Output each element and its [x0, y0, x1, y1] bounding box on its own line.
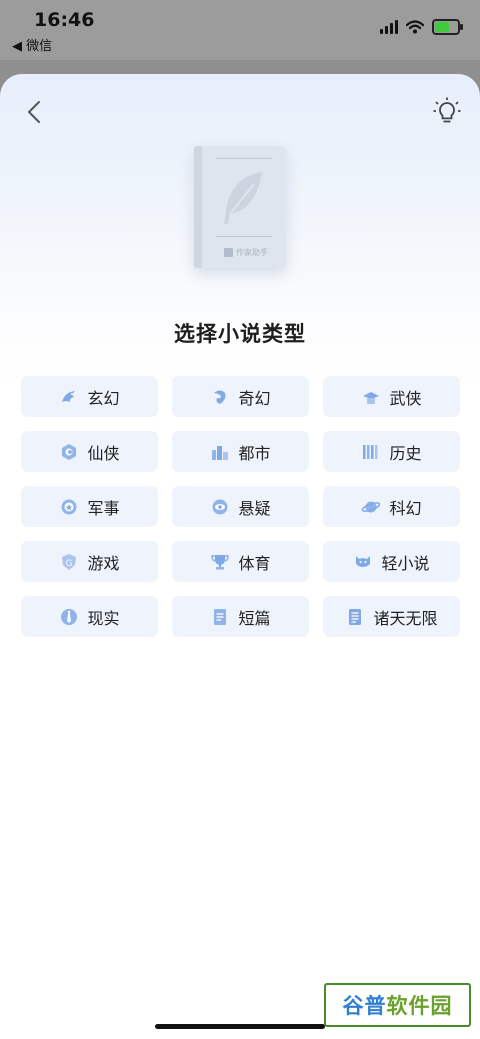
category-qihuan[interactable]: 奇幻 [172, 376, 309, 417]
home-indicator[interactable] [155, 1024, 325, 1029]
svg-text:G: G [66, 559, 73, 569]
planet-icon [362, 501, 381, 512]
category-youxi[interactable]: G 游戏 [21, 541, 158, 582]
category-tiyu[interactable]: 体育 [172, 541, 309, 582]
military-badge-icon [61, 499, 77, 514]
tip-button[interactable] [432, 96, 462, 126]
category-xuanyi[interactable]: 悬疑 [172, 486, 309, 527]
tie-icon [61, 608, 78, 625]
category-qingxiaoshuo[interactable]: 轻小说 [323, 541, 460, 582]
category-sheet: 作家助手 选择小说类型 玄幻 奇幻 武侠 仙侠 都市 历史 军事 悬疑 科幻 G… [0, 74, 480, 1039]
watermark-logo: 谷普 软件园 [324, 983, 471, 1027]
hat-icon [363, 391, 380, 404]
wifi-icon [406, 20, 424, 34]
dragon-icon [62, 390, 76, 402]
book-cover-illustration: 作家助手 [194, 146, 286, 268]
city-icon [212, 445, 229, 460]
category-kehuan[interactable]: 科幻 [323, 486, 460, 527]
eye-icon [212, 499, 228, 514]
category-lishi[interactable]: 历史 [323, 431, 460, 472]
category-dushi[interactable]: 都市 [172, 431, 309, 472]
page-title: 选择小说类型 [174, 322, 306, 346]
book-brand: 作家助手 [224, 247, 268, 258]
category-xianxia[interactable]: 仙侠 [21, 431, 158, 472]
lightbulb-icon [433, 97, 461, 123]
feather-icon [224, 172, 262, 224]
status-icons [380, 19, 463, 35]
category-junshi[interactable]: 军事 [21, 486, 158, 527]
category-xianshi[interactable]: 现实 [21, 596, 158, 637]
category-grid: 玄幻 奇幻 武侠 仙侠 都市 历史 军事 悬疑 科幻 G 游戏 体育 轻小说 现… [21, 376, 460, 637]
back-button[interactable] [20, 98, 48, 126]
long-doc-icon [349, 608, 362, 625]
category-xuanhuan[interactable]: 玄幻 [21, 376, 158, 417]
gamepad-icon: G [62, 553, 77, 570]
category-zhutianwuxian[interactable]: 诸天无限 [323, 596, 460, 637]
signal-icon [380, 20, 398, 34]
battery-icon [432, 19, 463, 35]
chevron-left-icon [28, 101, 40, 123]
category-wuxia[interactable]: 武侠 [323, 376, 460, 417]
bamboo-scroll-icon [363, 444, 378, 459]
back-to-app-link[interactable]: ◀ 微信 [12, 35, 52, 54]
short-doc-icon [214, 608, 227, 625]
trophy-icon [211, 554, 230, 569]
category-duanpian[interactable]: 短篇 [172, 596, 309, 637]
status-bar: 16:46 ◀ 微信 [0, 0, 480, 60]
status-time: 16:46 [34, 9, 95, 31]
gourd-icon [62, 443, 77, 460]
cat-icon [356, 555, 371, 567]
wyvern-icon [214, 390, 226, 404]
